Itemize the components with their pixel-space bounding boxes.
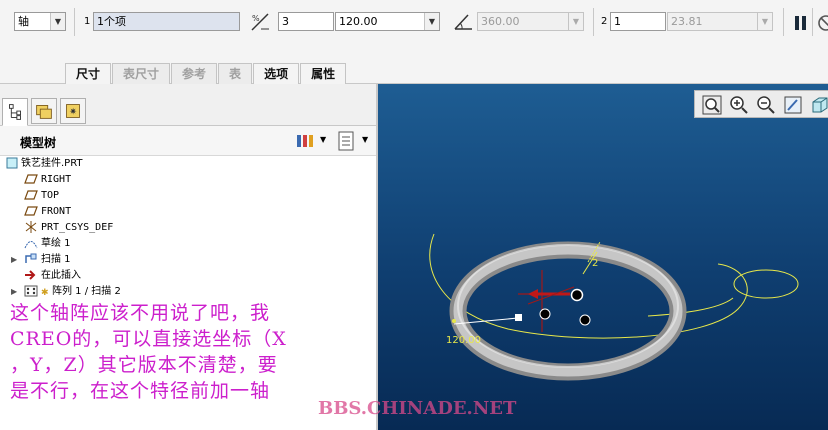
separator	[812, 8, 813, 36]
pattern-dashboard: 轴 ▼ 1 1个项 % 3 120.00 ▼ 360.00 ▼ 2 1 23.8…	[0, 0, 828, 84]
annotation-line: 这个轴阵应该不用说了吧，我	[10, 302, 271, 324]
chevron-down-icon: ▼	[757, 13, 772, 30]
pattern-type-select[interactable]: 轴 ▼	[14, 12, 66, 31]
ring-highlight	[453, 245, 683, 377]
member-count-field[interactable]: 3	[278, 12, 334, 31]
tree-item-csys[interactable]: PRT_CSYS_DEF	[24, 220, 113, 236]
chevron-down-icon: ▼	[568, 13, 583, 30]
model-tree-title: 模型树	[20, 136, 57, 150]
pause-icon[interactable]	[790, 12, 812, 34]
dir2-spacing-value: 23.81	[671, 15, 703, 28]
separator	[593, 8, 594, 36]
svg-text:✱: ✱	[41, 288, 49, 296]
sparkle-icon: ✱	[41, 288, 49, 296]
datum-plane-icon	[24, 174, 38, 184]
chevron-down-icon[interactable]: ▼	[320, 135, 326, 144]
tree-item-front[interactable]: FRONT	[24, 204, 71, 220]
pattern-member-point[interactable]	[570, 288, 584, 302]
dimension-label[interactable]: 120.00	[446, 335, 481, 346]
angle-field[interactable]: 360.00 ▼	[477, 12, 584, 31]
part-icon	[6, 157, 18, 169]
insert-arrow-icon	[25, 270, 36, 280]
drag-handle[interactable]	[515, 314, 522, 321]
annotation-line: ，Y，Z）其它版本不清楚，要	[10, 354, 278, 376]
tree-item-label: TOP	[41, 190, 60, 201]
reference-value: 1个项	[97, 15, 126, 28]
dashboard-tabs: 尺寸 表尺寸 参考 表 选项 属性	[65, 63, 347, 84]
tree-item-label: 铁艺挂件.PRT	[21, 158, 83, 169]
axis-label: 2	[592, 258, 598, 269]
tree-item-label: 扫描 1	[41, 254, 71, 265]
tree-item-label: FRONT	[41, 206, 72, 217]
spacing-value: 120.00	[339, 15, 378, 28]
cancel-icon[interactable]	[815, 12, 828, 34]
dir2-count-value: 1	[614, 15, 621, 28]
pattern-type-value: 轴	[18, 15, 29, 28]
chevron-down-icon: ▼	[424, 13, 439, 30]
navigator-tabs: ✷	[0, 84, 376, 126]
model-tree-header: 模型树 ▼ ▼	[0, 126, 376, 156]
tab-table[interactable]: 表	[218, 63, 253, 84]
tab-properties[interactable]: 属性	[300, 63, 347, 84]
tree-item-insert-here[interactable]: 在此插入	[24, 268, 81, 284]
tree-item-label: RIGHT	[41, 174, 72, 185]
tab-dimensions[interactable]: 尺寸	[65, 63, 112, 84]
spacing-field[interactable]: 120.00 ▼	[335, 12, 440, 31]
member-count-value: 3	[282, 15, 289, 28]
angle-value: 360.00	[481, 15, 520, 28]
tab-references[interactable]: 参考	[171, 63, 218, 84]
ref-count-label: 1	[84, 16, 91, 27]
model-tree-tab-icon[interactable]	[2, 98, 28, 126]
separator	[74, 8, 75, 36]
pattern-member-point[interactable]	[579, 314, 591, 326]
model-geometry: 120.00 2	[429, 233, 799, 381]
annotation-line: CREO的，可以直接选坐标（X	[10, 328, 287, 350]
csys-icon	[25, 221, 37, 233]
pattern-member-point[interactable]	[539, 308, 551, 320]
dir2-spacing-field[interactable]: 23.81 ▼	[667, 12, 773, 31]
separator	[783, 8, 784, 36]
tree-item-pattern[interactable]: ✱ 阵列 1 / 扫描 2	[24, 284, 121, 300]
svg-text:✷: ✷	[69, 107, 77, 118]
tree-item-sweep[interactable]: 扫描 1	[24, 252, 71, 268]
show-menu-icon[interactable]	[337, 131, 355, 151]
sweep-icon	[25, 253, 37, 263]
sketch-icon	[24, 241, 38, 249]
chevron-down-icon: ▼	[50, 13, 65, 30]
annotation-text: 这个轴阵应该不用说了吧，我 CREO的，可以直接选坐标（X ，Y，Z）其它版本不…	[10, 300, 382, 404]
tree-item-label: 阵列 1 / 扫描 2	[52, 286, 121, 297]
svg-text:%: %	[252, 14, 260, 23]
expand-arrow-icon[interactable]: ▶	[11, 255, 17, 264]
dir2-count-field[interactable]: 1	[610, 12, 666, 31]
tree-item-label: 草绘 1	[41, 238, 71, 249]
datum-plane-icon	[24, 206, 38, 216]
tree-item-sketch[interactable]: 草绘 1	[24, 236, 71, 252]
watermark: BBS.CHINADE.NET	[318, 398, 517, 419]
tree-item-right[interactable]: RIGHT	[24, 172, 71, 188]
favorites-tab-icon[interactable]: ✷	[60, 98, 86, 124]
tab-options[interactable]: 选项	[253, 63, 300, 84]
tree-settings-icon[interactable]	[295, 132, 315, 150]
tree-item-top[interactable]: TOP	[24, 188, 59, 204]
datum-plane-icon	[24, 190, 38, 200]
angle-icon[interactable]	[452, 11, 474, 33]
tree-item-label: PRT_CSYS_DEF	[41, 222, 114, 233]
expand-arrow-icon[interactable]: ▶	[11, 287, 17, 296]
chevron-down-icon[interactable]: ▼	[362, 135, 368, 144]
tree-item-part[interactable]: 铁艺挂件.PRT	[6, 156, 83, 172]
graphics-viewport[interactable]: 120.00 2	[378, 84, 828, 430]
small-trajectory-loop	[733, 269, 799, 299]
pattern-icon	[24, 285, 38, 297]
dir2-count-label: 2	[601, 16, 608, 27]
tree-item-label: 在此插入	[41, 270, 81, 281]
spacing-icon[interactable]: %	[249, 11, 271, 33]
reference-collector[interactable]: 1个项	[93, 12, 240, 31]
direction-arrow[interactable]	[528, 289, 538, 299]
tab-table-dimensions[interactable]: 表尺寸	[112, 63, 171, 84]
folder-browser-tab-icon[interactable]	[31, 98, 57, 124]
